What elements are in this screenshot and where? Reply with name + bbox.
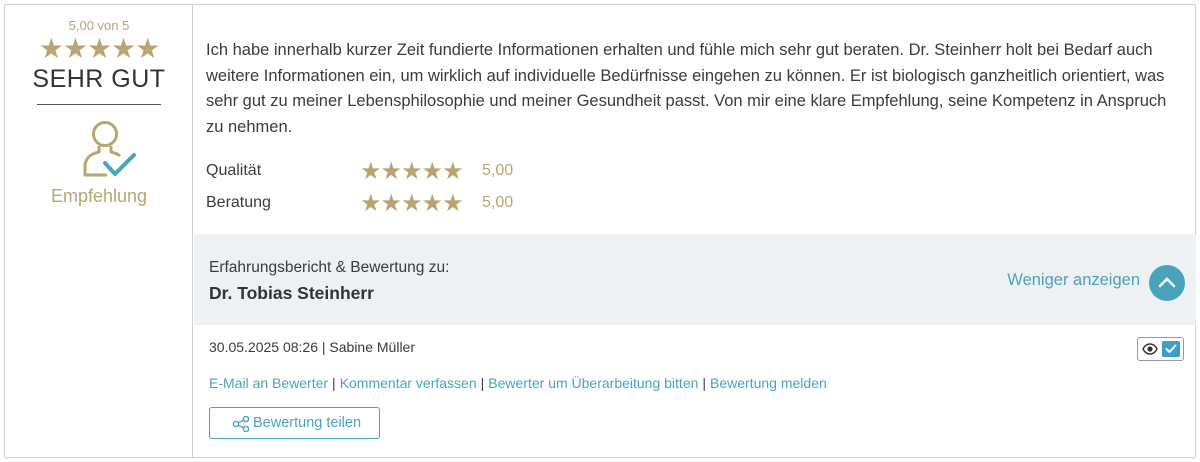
write-comment-link[interactable]: Kommentar verfassen — [340, 375, 477, 391]
score-text: 5,00 von 5 — [68, 18, 130, 33]
report-review-link[interactable]: Bewertung melden — [710, 375, 827, 391]
verified-check-icon — [1162, 341, 1180, 357]
reviewed-doctor-band: Erfahrungsbericht & Bewertung zu: Dr. To… — [194, 234, 1196, 325]
share-icon — [232, 416, 250, 432]
rating-row-quality: Qualität ★★★★★ 5,00 — [206, 158, 606, 185]
rating-stars: ★★★★★ — [360, 190, 464, 217]
review-card: 5,00 von 5 ★★★★★ SEHR GUT Empfehlung Ich… — [4, 4, 1196, 458]
collapse-button[interactable] — [1149, 265, 1185, 301]
review-text: Ich habe innerhalb kurzer Zeit fundierte… — [206, 41, 1167, 136]
show-less-link[interactable]: Weniger anzeigen — [1007, 271, 1140, 290]
rating-label: Beratung — [206, 194, 271, 211]
chevron-up-icon — [1158, 277, 1176, 288]
review-action-links: E-Mail an Bewerter | Kommentar verfassen | B… — [209, 375, 827, 391]
eye-icon — [1142, 343, 1158, 355]
rating-row-consultation: Beratung ★★★★★ 5,00 — [206, 190, 606, 217]
verdict-label: SEHR GUT — [32, 65, 166, 93]
rating-value: 5,00 — [482, 162, 514, 179]
link-separator: | — [480, 375, 485, 391]
review-date-author: 30.05.2025 08:26 | Sabine Müller — [209, 339, 416, 355]
rating-label: Qualität — [206, 162, 262, 179]
request-revision-link[interactable]: Bewerter um Überarbeitung bitten — [488, 375, 698, 391]
rating-stars: ★★★★★ — [360, 158, 464, 185]
email-reviewer-link[interactable]: E-Mail an Bewerter — [209, 375, 328, 391]
link-separator: | — [702, 375, 707, 391]
share-review-button[interactable]: Bewertung teilen — [209, 407, 380, 439]
doctor-name: Dr. Tobias Steinherr — [209, 283, 374, 303]
link-separator: | — [332, 375, 336, 391]
share-button-label: Bewertung teilen — [253, 415, 362, 431]
recommendation-user-check-icon — [79, 119, 139, 183]
review-about-label: Erfahrungsbericht & Bewertung zu: — [209, 259, 450, 276]
divider — [37, 104, 161, 105]
overall-stars: ★★★★★ — [38, 33, 161, 64]
rating-summary: 5,00 von 5 ★★★★★ SEHR GUT Empfehlung — [5, 5, 193, 457]
recommendation-label: Empfehlung — [50, 186, 148, 206]
review-body: Ich habe innerhalb kurzer Zeit fundierte… — [194, 5, 1196, 457]
review-status-box[interactable] — [1137, 337, 1184, 361]
rating-value: 5,00 — [482, 194, 514, 211]
